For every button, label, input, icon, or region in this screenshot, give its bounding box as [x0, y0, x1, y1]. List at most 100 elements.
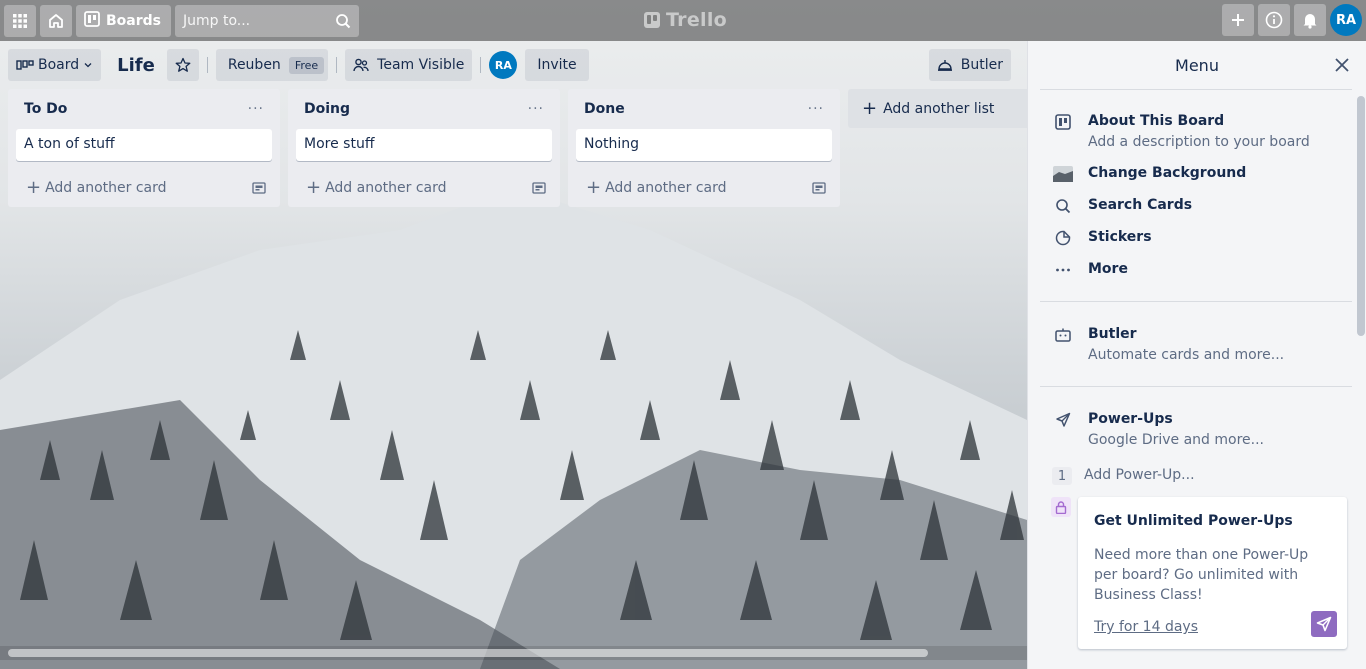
menu-item-stickers[interactable]: Stickers [1052, 229, 1152, 247]
team-plan-badge: Free [288, 56, 325, 74]
header-divider [480, 57, 482, 73]
info-button[interactable] [1258, 4, 1290, 36]
background-thumbnail [1052, 165, 1074, 183]
menu-item-title: About This Board [1088, 113, 1225, 129]
add-power-up-item[interactable]: 1 Add Power-Up... [1052, 467, 1195, 485]
header-divider [336, 57, 338, 73]
menu-item-subtitle: Google Drive and more... [1088, 432, 1264, 448]
menu-item-title: Change Background [1088, 165, 1247, 181]
menu-item-title: More [1088, 261, 1128, 277]
bell-icon [1303, 14, 1317, 29]
card[interactable]: More stuff [296, 129, 552, 161]
add-list-button[interactable]: + Add another list [848, 89, 1028, 128]
try-free-link[interactable]: Try for 14 days [1094, 619, 1331, 635]
butler-button[interactable]: Butler [928, 49, 1011, 81]
send-icon[interactable] [1311, 611, 1337, 637]
add-card-button[interactable]: + Add another card [26, 177, 167, 198]
menu-item-power-ups[interactable]: Power-Ups Google Drive and more... [1052, 411, 1264, 448]
promo-title: Get Unlimited Power-Ups [1094, 513, 1293, 529]
create-button[interactable] [1222, 4, 1254, 36]
member-avatar[interactable]: RA [489, 51, 518, 79]
info-icon [1265, 11, 1283, 29]
chevron-down-icon [84, 63, 92, 68]
team-button[interactable]: Reuben Free [215, 49, 329, 81]
menu-item-title: Butler [1088, 326, 1137, 342]
add-card-button[interactable]: + Add another card [586, 177, 727, 198]
list-menu-icon[interactable]: ··· [808, 101, 824, 117]
rocket-icon [1052, 411, 1074, 429]
top-navigation-bar: Boards Jump to... Trello RA [0, 0, 1366, 41]
menu-item-more[interactable]: More [1052, 261, 1128, 279]
close-icon[interactable] [1332, 55, 1352, 75]
invite-button[interactable]: Invite [525, 49, 589, 81]
home-icon [49, 13, 63, 28]
menu-divider [1040, 386, 1352, 387]
plus-icon: + [306, 177, 322, 198]
board-view-icon [16, 60, 34, 70]
menu-item-title: Stickers [1088, 229, 1152, 245]
horizontal-scrollbar-thumb[interactable] [8, 649, 928, 657]
card-template-icon[interactable] [252, 181, 266, 194]
trello-logo-icon [644, 12, 660, 28]
jump-to-search-input[interactable]: Jump to... [175, 4, 359, 37]
star-board-button[interactable] [166, 49, 199, 81]
star-icon [175, 57, 191, 72]
trello-logo[interactable]: Trello [644, 9, 727, 31]
team-visible-icon [353, 58, 369, 72]
visibility-label: Team Visible [377, 57, 465, 73]
menu-item-butler[interactable]: Butler Automate cards and more... [1052, 326, 1284, 363]
search-placeholder: Jump to... [183, 12, 251, 29]
board-view-label: Board [38, 57, 80, 73]
card-template-icon[interactable] [532, 181, 546, 194]
header-divider [206, 57, 208, 73]
home-button[interactable] [40, 4, 72, 37]
visibility-button[interactable]: Team Visible [345, 49, 473, 81]
apps-grid-button[interactable] [4, 4, 36, 37]
board-title[interactable]: Life [109, 55, 163, 76]
more-dots-icon [1052, 261, 1074, 279]
add-list-label: Add another list [883, 100, 995, 117]
lock-icon [1051, 497, 1071, 517]
team-name: Reuben [227, 57, 281, 73]
board-view-switcher[interactable]: Board [8, 49, 102, 81]
plus-icon: + [586, 177, 602, 198]
list-title[interactable]: Done [584, 101, 625, 117]
butler-icon [1052, 326, 1074, 344]
menu-item-about-board[interactable]: About This Board Add a description to yo… [1052, 113, 1310, 150]
board-icon [1052, 113, 1074, 131]
list-menu-icon[interactable]: ··· [248, 101, 264, 117]
sticker-icon [1052, 229, 1074, 247]
trello-logo-text: Trello [666, 9, 728, 31]
menu-title: Menu [1175, 55, 1219, 75]
menu-item-subtitle: Automate cards and more... [1088, 347, 1285, 363]
butler-label: Butler [960, 57, 1003, 73]
add-card-label: Add another card [605, 180, 727, 196]
list-done: Done ··· Nothing + Add another card [568, 89, 840, 207]
boards-button[interactable]: Boards [76, 4, 171, 37]
notifications-button[interactable] [1294, 4, 1326, 36]
menu-item-change-background[interactable]: Change Background [1052, 165, 1246, 183]
menu-vertical-scrollbar[interactable] [1357, 96, 1365, 336]
card-template-icon[interactable] [812, 181, 826, 194]
card[interactable]: A ton of stuff [16, 129, 272, 161]
menu-item-subtitle: Add a description to your board [1088, 134, 1310, 150]
list-title[interactable]: To Do [24, 101, 67, 117]
search-icon [1052, 197, 1074, 215]
add-card-button[interactable]: + Add another card [306, 177, 447, 198]
plus-icon: + [26, 177, 42, 198]
butler-bell-icon [937, 60, 952, 71]
list-menu-icon[interactable]: ··· [528, 101, 544, 117]
list-to-do: To Do ··· A ton of stuff + Add another ca… [8, 89, 280, 207]
invite-label: Invite [537, 57, 577, 73]
board-icon [84, 10, 100, 31]
boards-label: Boards [106, 12, 161, 29]
menu-item-title: Power-Ups [1088, 411, 1173, 427]
card[interactable]: Nothing [576, 129, 832, 161]
add-card-label: Add another card [325, 180, 447, 196]
user-avatar[interactable]: RA [1330, 4, 1362, 36]
horizontal-scrollbar[interactable] [0, 646, 1027, 660]
add-card-label: Add another card [45, 180, 167, 196]
list-title[interactable]: Doing [304, 101, 350, 117]
menu-item-search-cards[interactable]: Search Cards [1052, 197, 1192, 215]
plus-icon: + [862, 98, 878, 119]
